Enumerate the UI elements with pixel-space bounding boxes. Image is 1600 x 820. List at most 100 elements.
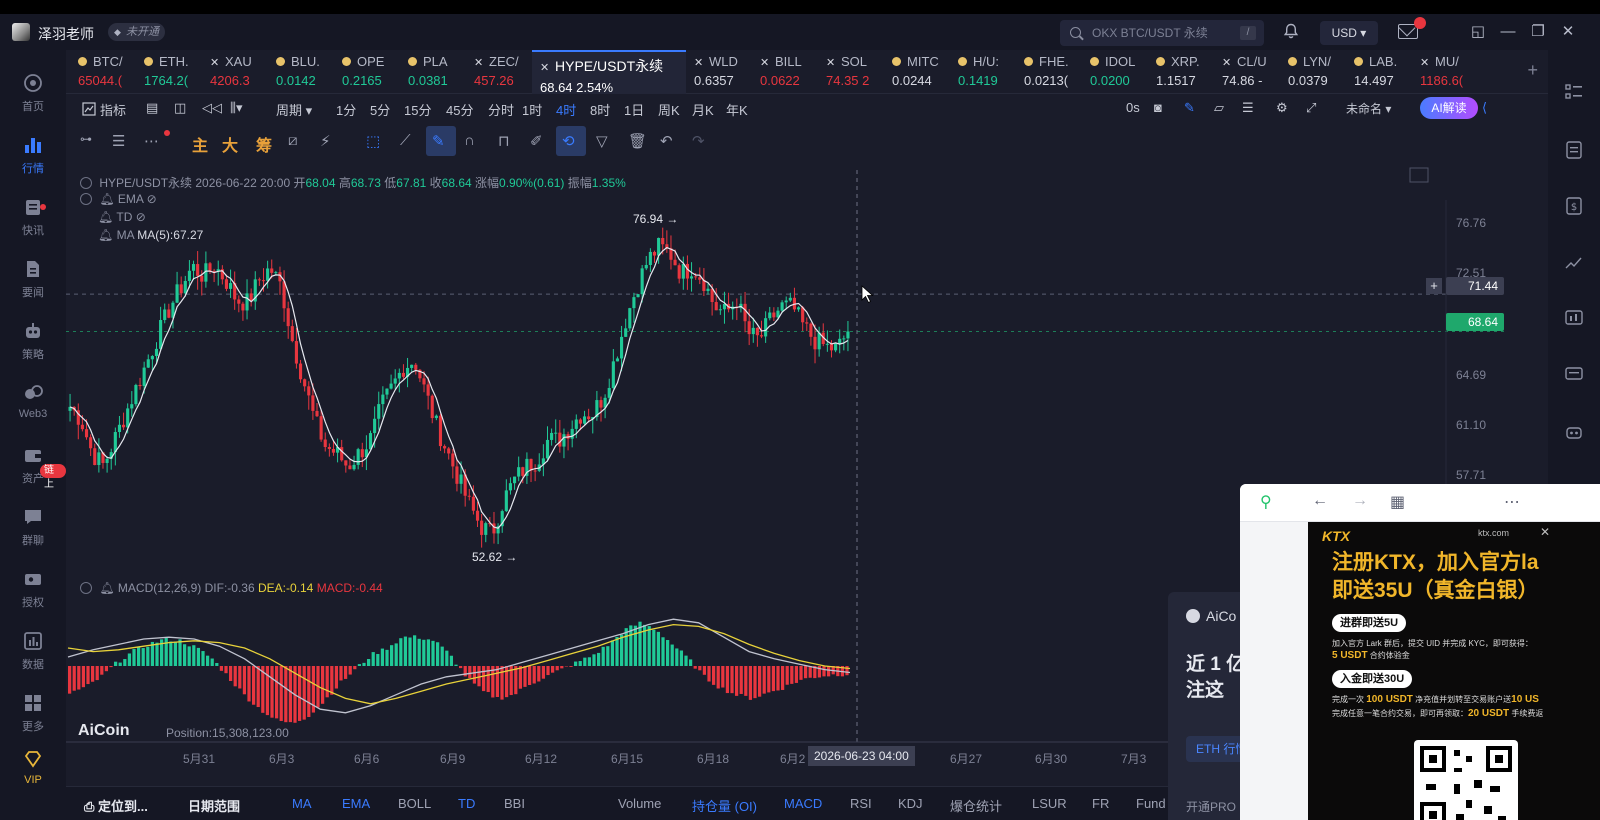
brush-icon[interactable]: ✎ [432, 132, 452, 152]
fullscreen-icon[interactable]: ⤢ [1306, 100, 1316, 116]
ticker-tab[interactable]: ETH. 1764.2( [136, 50, 202, 94]
eye-off-icon[interactable]: ⊘ [147, 192, 157, 206]
indicator-option[interactable]: MACD [784, 796, 822, 811]
indicator-option[interactable]: BBI [504, 796, 525, 811]
ruler-tool-icon[interactable]: ⟋ [400, 132, 420, 152]
settings-icon[interactable]: ⚙ [1276, 100, 1288, 116]
bell-icon[interactable]: 🔔︎ [99, 192, 114, 206]
indicator-option[interactable]: KDJ [898, 796, 923, 811]
ticker-tab[interactable]: IDOL 0.0200 [1082, 50, 1148, 94]
ticker-tab[interactable]: FHE. 0.0213( [1016, 50, 1082, 94]
period-option[interactable]: 1时 [522, 100, 542, 119]
big-order-button[interactable]: 大 [222, 132, 238, 156]
close-icon[interactable]: ✕ [1558, 22, 1578, 42]
edit-icon[interactable]: ✐ [530, 132, 550, 152]
more-icon[interactable]: ⋯ [144, 132, 164, 152]
bell-icon[interactable]: 🔔︎ [98, 228, 113, 242]
ticker-tab[interactable]: LAB. 14.497 [1346, 50, 1412, 94]
camera-icon[interactable]: ◙ [1154, 100, 1162, 115]
locate-button[interactable]: ⎙ 定位到... [84, 796, 148, 815]
indicator-option[interactable]: BOLL [398, 796, 431, 811]
indicator-option[interactable]: Volume [618, 796, 661, 811]
undo-icon[interactable]: ↶ [660, 132, 680, 152]
sidebar-item-authorize[interactable]: 授权 [0, 562, 66, 618]
currency-select[interactable]: USD ▾ [1320, 21, 1378, 45]
bell-icon[interactable]: 🔔︎ [98, 210, 113, 224]
signal-icon[interactable]: ⚡ [320, 132, 340, 152]
sidebar-item-vip[interactable]: VIP [0, 742, 66, 798]
replay-icon[interactable]: ◁◁ [202, 100, 222, 116]
indicator-option[interactable]: RSI [850, 796, 872, 811]
forward-icon[interactable]: → [1352, 492, 1368, 510]
period-option[interactable]: 周K [658, 100, 680, 119]
indicator-option[interactable]: MA [292, 796, 312, 811]
back-icon[interactable]: ← [1312, 492, 1328, 510]
pin-icon[interactable]: ⚲ [1260, 492, 1272, 512]
period-option[interactable]: 15分 [404, 100, 431, 119]
layout-name-select[interactable]: 未命名 ▾ [1346, 100, 1391, 117]
indicator-option[interactable]: FR [1092, 796, 1109, 811]
ticker-tab[interactable]: OPE 0.2165 [334, 50, 400, 94]
indicator-button[interactable]: 指标 [100, 100, 126, 119]
ticker-tab[interactable]: ✕ HYPE/USDT永续 68.64 2.54% [532, 50, 686, 95]
lines-icon[interactable]: ☰ [1242, 100, 1254, 116]
ticker-tab[interactable]: ✕ BILL 0.0622 [752, 50, 818, 94]
ticker-tab[interactable]: XRP. 1.1517 [1148, 50, 1214, 94]
document-icon[interactable] [1564, 140, 1584, 160]
dollar-icon[interactable]: $ [1564, 196, 1584, 216]
date-range-button[interactable]: 日期范围 [188, 796, 240, 815]
indicator-option[interactable]: EMA [342, 796, 370, 811]
ruler-icon[interactable]: ⊶ [80, 132, 100, 152]
ktx-ad[interactable]: KTX ktx.com ✕ 注册KTX，加入官方la 即送35U（真金白银） 进… [1308, 522, 1600, 820]
sidebar-item-more[interactable]: 更多 [0, 686, 66, 742]
sidebar-item-flash-news[interactable]: 快讯 [0, 190, 66, 246]
restore-icon[interactable]: ❐ [1528, 22, 1548, 42]
period-option[interactable]: 4时 [556, 100, 576, 119]
sidebar-item-headlines[interactable]: 要闻 [0, 252, 66, 308]
sidebar-item-strategy[interactable]: 策略 [0, 314, 66, 370]
indicator-option[interactable]: LSUR [1032, 796, 1067, 811]
indicator-option[interactable]: Fund [1136, 796, 1166, 811]
menu-icon[interactable]: ☰ [112, 132, 132, 152]
list-icon[interactable] [1564, 82, 1584, 102]
toggle-icon[interactable] [80, 582, 92, 594]
add-alert-icon[interactable]: + [1426, 278, 1442, 294]
period-select[interactable]: 周期 ▾ [276, 100, 312, 119]
ticker-tab[interactable]: ✕ CL/U 74.86 - [1214, 50, 1280, 94]
lock-icon[interactable]: ⊓ [498, 132, 518, 152]
period-option[interactable]: 45分 [446, 100, 473, 119]
sidebar-item-chat[interactable]: 群聊 [0, 500, 66, 556]
sidebar-item-web3[interactable]: Web3 [0, 376, 66, 432]
bell-icon[interactable] [1283, 23, 1299, 39]
main-force-button[interactable]: 主 [192, 132, 208, 156]
select-icon[interactable]: ⬚ [366, 132, 386, 152]
period-option[interactable]: 8时 [590, 100, 610, 119]
indicator-option[interactable]: 持仓量 (OI) [692, 796, 757, 815]
layout-icon[interactable]: ◱ [1468, 22, 1488, 42]
calendar-icon[interactable]: ▤ [146, 100, 158, 116]
filter-icon[interactable]: ▽ [596, 132, 616, 152]
search-input[interactable]: OKX BTC/USDT 永续 / [1060, 20, 1264, 46]
period-option[interactable]: 年K [726, 100, 748, 119]
ticker-tab[interactable]: ✕ SOL 74.35 2 [818, 50, 884, 94]
close-icon[interactable]: ✕ [1540, 525, 1550, 539]
trash-icon[interactable]: 🗑︎ [628, 132, 648, 152]
more-icon[interactable]: ⋯ [1504, 492, 1520, 512]
toggle-icon[interactable] [80, 177, 92, 189]
ticker-tab[interactable]: ✕ ZEC/457.26 [466, 50, 532, 94]
period-option[interactable]: 月K [692, 100, 714, 119]
bot-icon[interactable] [1564, 422, 1584, 442]
sidebar-item-home[interactable]: 首页 [0, 66, 66, 122]
ticker-tab[interactable]: ✕ MU/1186.6( [1412, 50, 1478, 94]
add-tab-icon[interactable]: + [1527, 60, 1538, 81]
ticker-tab[interactable]: LYN/0.0379 [1280, 50, 1346, 94]
bell-icon[interactable]: 🔔︎ [99, 581, 114, 595]
period-option[interactable]: 1日 [624, 100, 644, 119]
period-option[interactable]: 分时 [488, 100, 514, 119]
ticker-tab[interactable]: MITC 0.0244 [884, 50, 950, 94]
screen-icon[interactable] [1564, 364, 1584, 384]
vip-status-badge[interactable]: 未开通 [108, 23, 165, 41]
sidebar-item-data[interactable]: 数据 [0, 624, 66, 680]
ai-interpret-button[interactable]: AI解读 [1420, 97, 1478, 119]
compare-icon[interactable]: ⧄ [288, 132, 308, 152]
